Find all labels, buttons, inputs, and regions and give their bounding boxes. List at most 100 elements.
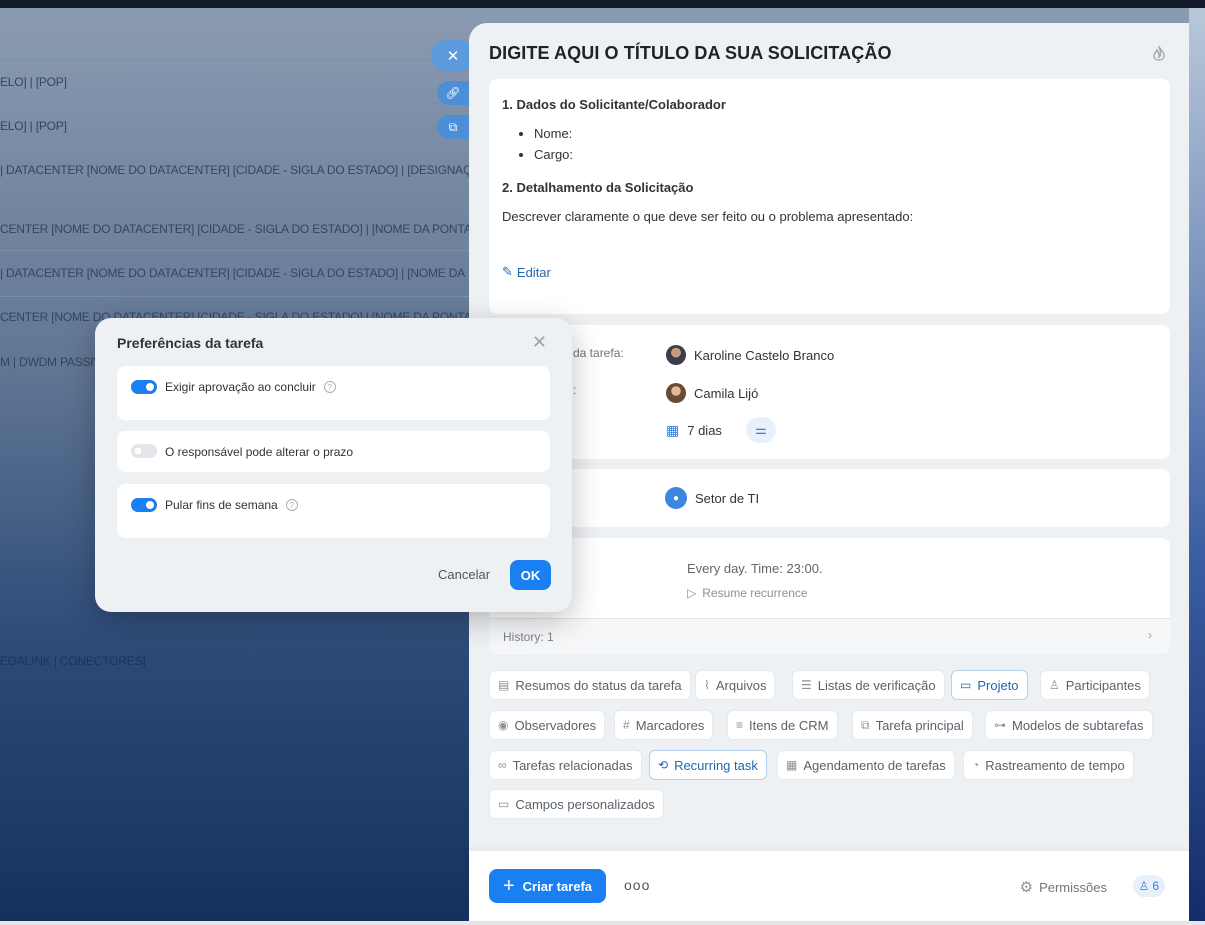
chip-label: Resumos do status da tarefa xyxy=(515,677,682,693)
toggle-skip-weekends[interactable] xyxy=(131,498,157,512)
help-icon[interactable]: ? xyxy=(323,381,336,393)
eye-icon: ◉ xyxy=(498,718,509,732)
list-item: | DATACENTER [NOME DO DATACENTER] [CIDAD… xyxy=(0,163,470,177)
recurrence-text: Every day. Time: 23:00. xyxy=(687,561,823,576)
option-label-text: O responsável pode alterar o prazo xyxy=(165,445,354,459)
description-section-1: 1. Dados do Solicitante/Colaborador xyxy=(502,97,726,112)
chip-files[interactable]: ⌇ Arquivos xyxy=(695,670,776,700)
chip-label: Campos personalizados xyxy=(515,796,655,812)
crm-icon: ≡ xyxy=(736,718,744,732)
creator-field[interactable]: Karoline Castelo Branco xyxy=(666,345,834,365)
external-link-icon: ⧉ xyxy=(448,119,458,134)
assignee-name[interactable]: Camila Lijó xyxy=(694,386,758,401)
chip-observers[interactable]: ◉ Observadores xyxy=(489,710,606,740)
task-group-card: ● Setor de TI xyxy=(489,469,1170,527)
copy-link-button[interactable]: 🔗︎ xyxy=(437,81,469,105)
list-item: Nome: xyxy=(534,126,1157,141)
permissions-button[interactable]: ⚙ Permissões xyxy=(1020,878,1107,896)
toggle-assignee-change-deadline[interactable] xyxy=(131,444,157,458)
chip-crm-items[interactable]: ≡ Itens de CRM xyxy=(727,710,838,740)
option-label-text: Exigir aprovação ao concluir xyxy=(165,380,316,394)
stopwatch-icon: ◔ xyxy=(972,758,980,772)
option-skip-weekends: Pular fins de semana ? xyxy=(117,484,550,538)
resume-recurrence-button[interactable]: ▷ Resume recurrence xyxy=(687,586,808,600)
pencil-icon: ✎ xyxy=(502,264,513,279)
assignee-field[interactable]: Camila Lijó xyxy=(666,383,758,403)
pagination-next[interactable]: PRÓXIMO ❯ xyxy=(213,778,271,789)
chip-task-scheduling[interactable]: ▦ Agendamento de tarefas xyxy=(777,750,955,780)
chip-tags[interactable]: # Marcadores xyxy=(614,710,714,740)
fields-icon: ▭ xyxy=(498,797,510,811)
people-icon: ♙ xyxy=(1138,879,1150,893)
history-row[interactable]: History: 1 › xyxy=(489,618,1170,654)
chip-time-tracking[interactable]: ◔ Rastreamento de tempo xyxy=(963,750,1134,780)
description-section-2: 2. Detalhamento da Solicitação xyxy=(502,180,694,195)
open-new-window-button[interactable]: ⧉ xyxy=(437,115,469,139)
plus-icon: + xyxy=(502,875,515,897)
chip-label: Modelos de subtarefas xyxy=(1012,717,1144,733)
subtask-icon: ⊶ xyxy=(994,718,1006,732)
chip-label: Participantes xyxy=(1065,677,1141,693)
department-icon: ● xyxy=(665,487,687,509)
chip-label: Marcadores xyxy=(635,717,705,733)
chip-label: Arquivos xyxy=(715,677,767,693)
flame-icon[interactable] xyxy=(1151,45,1167,68)
chip-recurring-task[interactable]: ⟲ Recurring task xyxy=(649,750,767,780)
avatar xyxy=(666,345,686,365)
panel-footer: + Criar tarefa ooo ⚙ Permissões ♙ 6 xyxy=(469,851,1189,921)
close-icon[interactable]: ✕ xyxy=(532,332,547,353)
description-paragraph: Descrever claramente o que deve ser feit… xyxy=(502,209,914,224)
option-label-text: Pular fins de semana xyxy=(165,498,278,512)
calendar-icon: ▦ xyxy=(786,758,798,772)
list-item: EGALINK | CONECTORES] xyxy=(0,654,146,668)
task-title[interactable]: DIGITE AQUI O TÍTULO DA SUA SOLICITAÇÃO xyxy=(489,43,892,64)
chip-participants[interactable]: ♙ Participantes xyxy=(1040,670,1150,700)
pagination: PÁGINAS: 1 ❮ ANTERIOR PRÓXIMO ❯ xyxy=(58,778,288,789)
group-field[interactable]: ● Setor de TI xyxy=(665,487,759,509)
toggle-require-approval[interactable] xyxy=(131,380,157,394)
edit-description-link[interactable]: ✎ Editar xyxy=(502,264,551,280)
help-icon[interactable]: ? xyxy=(285,499,298,511)
group-name[interactable]: Setor de TI xyxy=(695,491,759,506)
create-task-button[interactable]: + Criar tarefa xyxy=(489,869,606,903)
task-slider-panel: DIGITE AQUI O TÍTULO DA SUA SOLICITAÇÃO … xyxy=(469,23,1189,921)
list-item: CENTER [NOME DO DATACENTER] [CIDADE - SI… xyxy=(0,222,470,236)
deadline-field[interactable]: ▦ 7 dias ⚌ xyxy=(666,417,776,443)
list-item: ELO] | [POP] xyxy=(0,75,67,89)
list-item: | DATACENTER [NOME DO DATACENTER] [CIDAD… xyxy=(0,266,465,280)
chip-subtask-templates[interactable]: ⊶ Modelos de subtarefas xyxy=(985,710,1153,740)
pagination-prev[interactable]: ❮ ANTERIOR xyxy=(132,778,194,789)
folder-icon: ▭ xyxy=(960,678,972,692)
chip-label: Projeto xyxy=(977,677,1019,693)
play-icon: ▷ xyxy=(687,586,697,600)
chip-label: Listas de verificação xyxy=(817,677,936,693)
chip-label: Tarefas relacionadas xyxy=(512,757,633,773)
chip-related-tasks[interactable]: ∞ Tarefas relacionadas xyxy=(489,750,642,780)
ok-button[interactable]: OK xyxy=(510,560,551,590)
task-preferences-button[interactable]: ⚌ xyxy=(745,417,776,443)
chip-checklists[interactable]: ☰ Listas de verificação xyxy=(792,670,945,700)
window-top-bar xyxy=(0,0,1205,8)
deadline-value[interactable]: 7 dias xyxy=(687,423,722,438)
resume-label: Resume recurrence xyxy=(702,586,808,600)
task-people-card: da tarefa: Karoline Castelo Branco : Cam… xyxy=(489,325,1170,459)
chip-project[interactable]: ▭ Projeto xyxy=(951,670,1028,700)
create-task-label: Criar tarefa xyxy=(522,878,593,894)
chip-label: Tarefa principal xyxy=(875,717,964,733)
edit-label: Editar xyxy=(516,264,551,280)
chevron-right-icon: › xyxy=(1148,628,1152,642)
description-list: Nome: Cargo: xyxy=(534,126,1157,162)
chip-custom-fields[interactable]: ▭ Campos personalizados xyxy=(489,789,664,819)
chip-status-summaries[interactable]: ▤ Resumos do status da tarefa xyxy=(489,670,691,700)
more-options-button[interactable]: ooo xyxy=(624,877,650,893)
creator-name[interactable]: Karoline Castelo Branco xyxy=(694,348,834,363)
close-icon: ✕ xyxy=(446,47,460,65)
option-require-approval: Exigir aprovação ao concluir ? xyxy=(117,366,550,420)
chip-parent-task[interactable]: ⧉ Tarefa principal xyxy=(852,710,973,740)
link-icon: ∞ xyxy=(498,758,507,772)
members-count-badge[interactable]: ♙ 6 xyxy=(1132,875,1165,897)
chip-label: Agendamento de tarefas xyxy=(803,757,946,773)
gear-icon: ⚙ xyxy=(1019,879,1034,896)
option-assignee-change-deadline: O responsável pode alterar o prazo xyxy=(117,431,550,472)
cancel-button[interactable]: Cancelar xyxy=(438,567,490,582)
